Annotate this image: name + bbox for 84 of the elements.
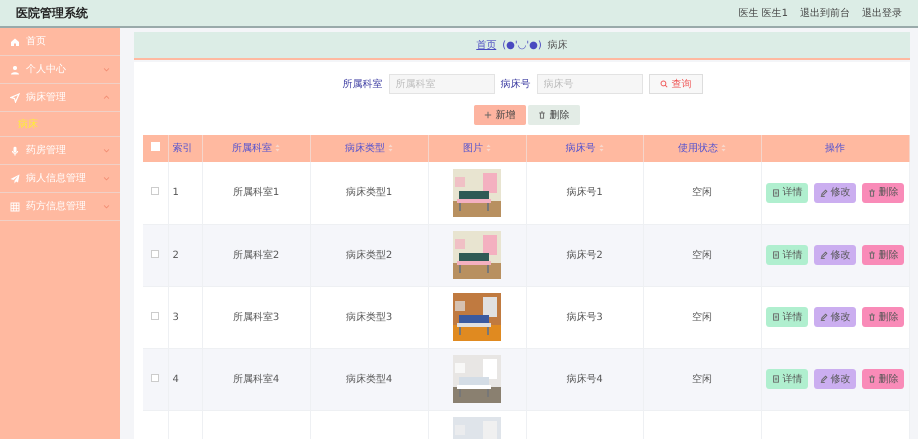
table-cell: 空闲 — [692, 312, 712, 322]
field-label: 病床号 — [500, 78, 530, 92]
edit-button[interactable]: 修改 — [814, 182, 856, 203]
table-cell: 病床号4 — [566, 374, 603, 384]
document-icon — [772, 375, 780, 383]
field-label: 所属科室 — [342, 78, 382, 92]
column-header: 索引 — [172, 143, 192, 154]
grid-icon — [10, 202, 20, 212]
send-icon — [10, 92, 20, 102]
detail-button[interactable]: 详情 — [766, 245, 808, 265]
trash-icon — [868, 251, 876, 259]
table-cell: 病床号1 — [566, 187, 603, 198]
detail-button[interactable]: 详情 — [766, 369, 808, 389]
breadcrumb-link[interactable]: 首页 — [476, 38, 496, 52]
table-cell: 空闲 — [692, 374, 712, 384]
delete-button[interactable]: 删除 — [528, 105, 580, 125]
detail-button[interactable]: 详情 — [766, 182, 808, 203]
row-checkbox[interactable] — [151, 374, 160, 382]
table-cell: 病床类型1 — [346, 187, 392, 198]
user-name: 医生 医生1 — [738, 6, 788, 20]
column-header[interactable]: 使用状态 — [678, 143, 718, 154]
document-icon — [772, 188, 780, 197]
edit-button[interactable]: 修改 — [814, 307, 856, 327]
table-cell: 1 — [172, 187, 179, 198]
edit-button[interactable]: 修改 — [814, 369, 856, 389]
row-checkbox[interactable] — [151, 187, 160, 196]
paper-plane-icon — [10, 174, 20, 184]
table-cell: 所属科室2 — [232, 250, 280, 260]
document-icon — [772, 313, 780, 321]
pen-icon — [820, 313, 828, 321]
table-cell: 病床类型2 — [346, 250, 392, 260]
search-icon — [660, 80, 668, 88]
sort-icon[interactable] — [486, 144, 491, 152]
pen-icon — [820, 188, 828, 197]
column-header: 操作 — [825, 143, 845, 154]
table-cell: 病床号3 — [566, 312, 603, 322]
app-title: 医院管理系统 — [16, 5, 88, 22]
delete-button[interactable]: 删除 — [862, 307, 904, 327]
trash-icon — [868, 375, 876, 383]
trash-icon — [538, 111, 546, 119]
home-icon — [10, 36, 20, 46]
delete-button[interactable]: 删除 — [862, 369, 904, 389]
user-icon — [10, 64, 20, 74]
table-cell: 病床类型3 — [346, 312, 392, 322]
breadcrumb-separator: (●'◡'●) — [502, 38, 542, 52]
search-button[interactable]: 查询 — [648, 74, 702, 94]
edit-button[interactable]: 修改 — [814, 245, 856, 265]
table-cell: 2 — [172, 250, 179, 260]
table-cell: 空闲 — [692, 187, 712, 198]
detail-button[interactable]: 详情 — [766, 307, 808, 327]
table-cell: 所属科室3 — [232, 312, 280, 322]
column-header[interactable]: 所属科室 — [232, 143, 272, 154]
row-checkbox[interactable] — [151, 312, 160, 320]
search-field[interactable]: 病床号 — [536, 74, 642, 94]
sort-icon[interactable] — [598, 144, 604, 152]
pen-icon — [820, 375, 828, 383]
table-cell: 病床号2 — [566, 250, 603, 260]
microphone-icon — [10, 146, 20, 156]
column-header[interactable]: 图片 — [463, 143, 483, 154]
header-link[interactable]: 退出到前台 — [800, 6, 850, 20]
table-cell: 3 — [172, 312, 179, 322]
column-header[interactable]: 病床号 — [566, 143, 596, 154]
pen-icon — [820, 251, 828, 259]
breadcrumb-current: 病床 — [548, 38, 568, 52]
plus-icon — [484, 111, 492, 119]
table-cell: 病床类型4 — [346, 374, 392, 384]
sort-icon[interactable] — [388, 144, 393, 152]
row-checkbox[interactable] — [151, 250, 160, 258]
sort-icon[interactable] — [721, 144, 726, 152]
delete-button[interactable]: 删除 — [862, 245, 904, 265]
table-cell: 所属科室1 — [232, 187, 280, 198]
table-cell: 4 — [172, 374, 179, 384]
column-header[interactable]: 病床类型 — [345, 143, 385, 154]
select-all-checkbox[interactable] — [150, 142, 160, 151]
trash-icon — [868, 313, 876, 321]
sort-icon[interactable] — [275, 144, 280, 152]
trash-icon — [868, 188, 876, 197]
table-cell: 空闲 — [692, 250, 712, 260]
delete-button[interactable]: 删除 — [862, 182, 904, 203]
add-button[interactable]: 新增 — [474, 105, 526, 125]
search-field[interactable]: 所属科室 — [388, 74, 494, 94]
document-icon — [772, 251, 780, 259]
header-link[interactable]: 退出登录 — [862, 6, 902, 20]
table-cell: 所属科室4 — [232, 374, 280, 384]
